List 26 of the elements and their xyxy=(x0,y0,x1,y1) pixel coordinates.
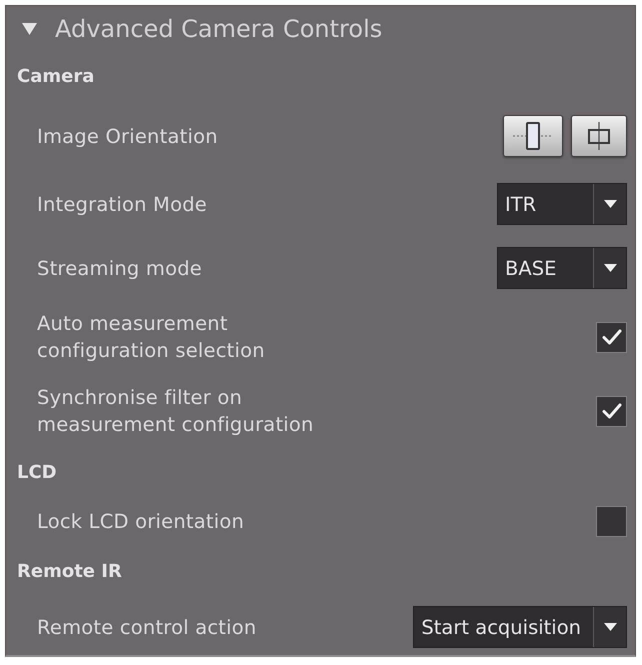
checkbox[interactable] xyxy=(596,396,627,426)
setting-label: Streaming mode xyxy=(37,256,202,282)
section-heading: Remote IR xyxy=(16,560,123,584)
landscape-rectangle-icon xyxy=(587,122,611,150)
setting-label: Auto measurement configuration selection xyxy=(37,311,266,364)
setting-label: Image Orientation xyxy=(37,124,218,150)
portrait-rectangle-icon xyxy=(513,122,553,150)
checkmark-icon xyxy=(602,403,622,419)
dropdown[interactable]: BASE xyxy=(497,247,627,289)
orientation-button[interactable] xyxy=(503,115,563,157)
checkbox[interactable] xyxy=(596,322,627,352)
setting-label: Remote control action xyxy=(37,614,256,640)
checkmark-icon xyxy=(602,329,622,345)
dropdown[interactable]: ITR xyxy=(497,183,627,225)
panel-header[interactable]: Advanced Camera Controls xyxy=(6,6,382,52)
setting-label: Integration Mode xyxy=(37,192,207,218)
orientation-button[interactable] xyxy=(571,115,627,157)
section-heading: LCD xyxy=(16,460,58,484)
setting-label: Lock LCD orientation xyxy=(37,509,244,535)
checkbox[interactable] xyxy=(596,506,627,537)
dropdown[interactable]: Start acquisition xyxy=(413,606,627,648)
caret-icon xyxy=(604,623,616,631)
caret-icon xyxy=(604,200,616,208)
caret-icon xyxy=(604,264,616,272)
section-heading: Camera xyxy=(16,64,96,88)
setting-label: Synchronise filter on measurement configuration xyxy=(37,385,315,438)
